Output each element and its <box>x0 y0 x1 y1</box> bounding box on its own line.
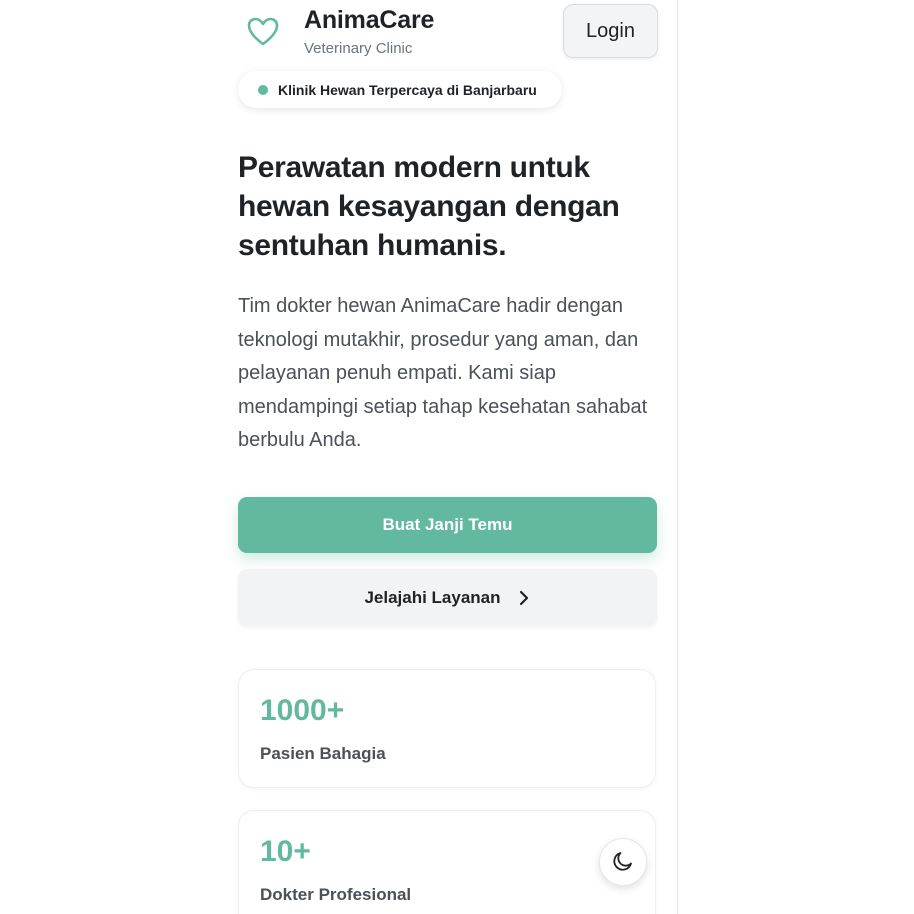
moon-icon <box>611 849 635 876</box>
theme-toggle-button[interactable] <box>599 838 647 886</box>
stat-label: Dokter Profesional <box>260 885 412 904</box>
stat-label: Pasien Bahagia <box>260 744 386 763</box>
stat-value: 1000+ <box>260 694 345 727</box>
hero-description: Tim dokter hewan AnimaCare hadir dengan … <box>238 295 648 451</box>
stat-card-doctors: 10+ Dokter Profesional <box>238 810 656 914</box>
book-appointment-button[interactable]: Buat Janji Temu <box>238 497 657 553</box>
login-button[interactable]: Login <box>563 4 658 58</box>
badge-text: Klinik Hewan Terpercaya di Banjarbaru <box>278 81 537 98</box>
chevron-right-icon <box>517 590 531 606</box>
brand-name: AnimaCare <box>304 6 435 34</box>
explore-services-button[interactable]: Jelajahi Layanan <box>238 569 657 626</box>
hero-title: Perawatan modern untuk hewan kesayangan … <box>238 151 620 262</box>
stat-card-patients: 1000+ Pasien Bahagia <box>238 669 656 788</box>
stat-value: 10+ <box>260 835 311 868</box>
trust-badge: Klinik Hewan Terpercaya di Banjarbaru <box>238 71 562 108</box>
page: AnimaCare Veterinary Clinic Login Klinik… <box>0 0 914 914</box>
brand-subtitle: Veterinary Clinic <box>304 40 413 57</box>
status-dot <box>258 84 268 95</box>
book-appointment-label: Buat Janji Temu <box>382 515 513 534</box>
heart-icon <box>246 16 280 48</box>
explore-services-label: Jelajahi Layanan <box>364 587 501 607</box>
content-divider <box>677 0 678 914</box>
